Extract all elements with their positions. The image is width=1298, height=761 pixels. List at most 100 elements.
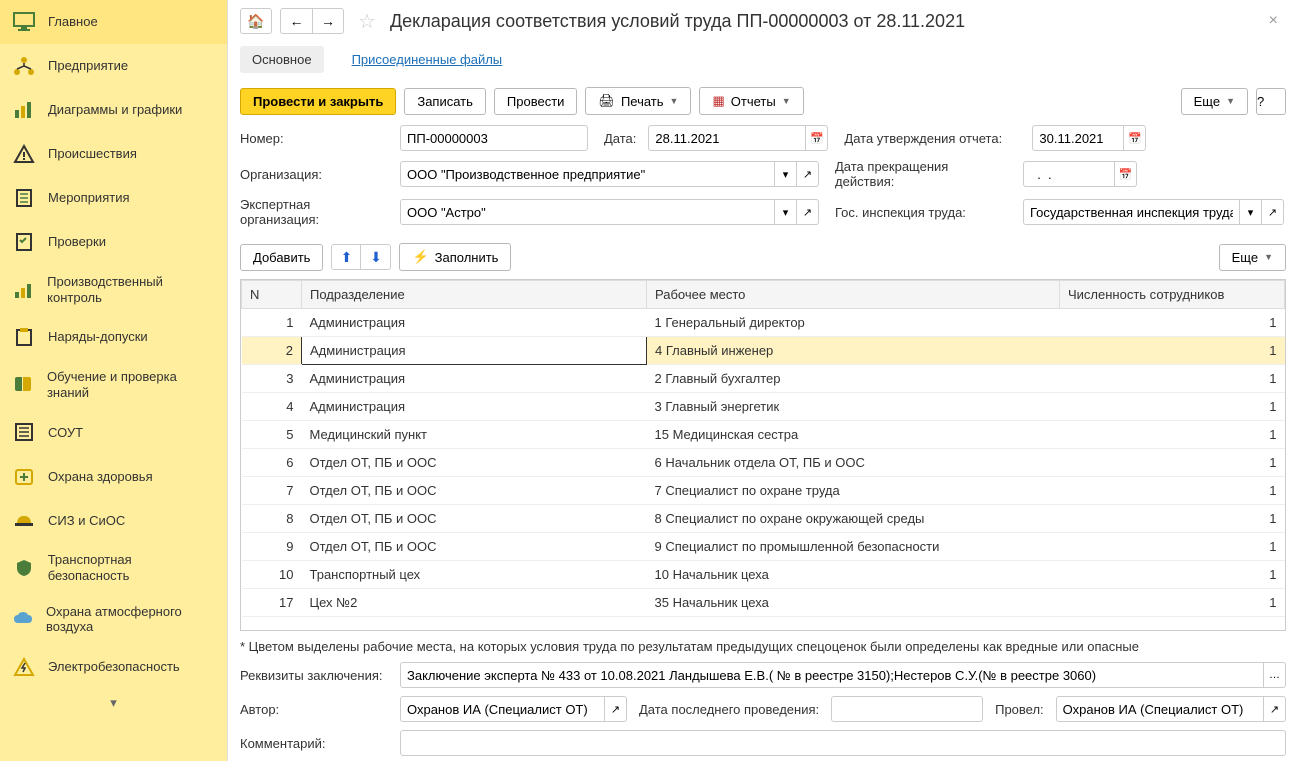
table-row[interactable]: 10 Транспортный цех 10 Начальник цеха 1 [242, 561, 1285, 589]
back-button[interactable]: ← [280, 8, 312, 34]
dropdown-button[interactable]: ▾ [1240, 199, 1262, 225]
date-input[interactable] [648, 125, 806, 151]
sidebar-label: Мероприятия [48, 190, 130, 206]
org-input[interactable] [400, 161, 775, 187]
ellipsis-button[interactable]: … [1264, 662, 1286, 688]
cell-dept: Администрация [302, 309, 647, 337]
calendar-button[interactable]: 📅 [1115, 161, 1137, 187]
expert-input[interactable] [400, 199, 775, 225]
table-row[interactable]: 6 Отдел ОТ, ПБ и ООС 6 Начальник отдела … [242, 449, 1285, 477]
fill-button[interactable]: ⚡Заполнить [399, 243, 511, 271]
forward-button[interactable]: → [312, 8, 344, 34]
table-row[interactable]: 1 Администрация 1 Генеральный директор 1 [242, 309, 1285, 337]
cell-n: 3 [242, 365, 302, 393]
table-row[interactable]: 5 Медицинский пункт 15 Медицинская сестр… [242, 421, 1285, 449]
lastdate-input[interactable] [831, 696, 983, 722]
sidebar-item-permits[interactable]: Наряды-допуски [0, 315, 227, 359]
table-row[interactable]: 3 Администрация 2 Главный бухгалтер 1 [242, 365, 1285, 393]
tabs: Основное Присоединенные файлы [228, 42, 1298, 77]
approve-label: Дата утверждения отчета: [844, 131, 1020, 146]
cell-place: 1 Генеральный директор [647, 309, 1060, 337]
factory-icon [12, 278, 35, 302]
sidebar-label: Производственный контроль [47, 274, 215, 305]
table-row[interactable]: 17 Цех №2 35 Начальник цеха 1 [242, 589, 1285, 617]
table-row[interactable]: 7 Отдел ОТ, ПБ и ООС 7 Специалист по охр… [242, 477, 1285, 505]
cell-count: 1 [1060, 561, 1285, 589]
cell-count: 1 [1060, 337, 1285, 365]
cell-place: 15 Медицинская сестра [647, 421, 1060, 449]
col-place[interactable]: Рабочее место [647, 281, 1060, 309]
sidebar-item-transport[interactable]: Транспортная безопасность [0, 542, 227, 593]
move-up-button[interactable]: ⬆ [331, 244, 361, 270]
conducted-input[interactable] [1056, 696, 1264, 722]
help-button[interactable]: ? [1256, 88, 1286, 115]
calendar-button[interactable]: 📅 [1124, 125, 1146, 151]
table-row[interactable]: 4 Администрация 3 Главный энергетик 1 [242, 393, 1285, 421]
arrow-down-icon: ⬇ [370, 249, 382, 266]
sidebar-expand[interactable]: ▾ [0, 689, 227, 717]
sidebar-item-air[interactable]: Охрана атмосферного воздуха [0, 594, 227, 645]
cloud-icon [12, 607, 34, 631]
cell-dept: Администрация [302, 365, 647, 393]
sidebar-item-electro[interactable]: Электробезопасность [0, 645, 227, 689]
star-icon[interactable]: ☆ [358, 9, 376, 34]
home-button[interactable]: 🏠 [240, 8, 272, 34]
close-button[interactable]: × [1261, 8, 1286, 34]
sidebar-item-prodcontrol[interactable]: Производственный контроль [0, 264, 227, 315]
dropdown-button[interactable]: ▾ [775, 161, 797, 187]
col-dept[interactable]: Подразделение [302, 281, 647, 309]
table-more-button[interactable]: Еще▼ [1219, 244, 1286, 271]
cell-dept: Отдел ОТ, ПБ и ООС [302, 449, 647, 477]
sidebar-item-health[interactable]: Охрана здоровья [0, 454, 227, 498]
cell-dept: Отдел ОТ, ПБ и ООС [302, 533, 647, 561]
sidebar-item-checks[interactable]: Проверки [0, 220, 227, 264]
col-count[interactable]: Численность сотрудников [1060, 281, 1285, 309]
lightning-icon: ⚡ [412, 249, 428, 265]
open-button[interactable]: ↗ [605, 696, 627, 722]
sidebar-item-sout[interactable]: СОУТ [0, 410, 227, 454]
move-down-button[interactable]: ⬇ [361, 244, 391, 270]
tab-main[interactable]: Основное [240, 46, 324, 73]
cell-n: 17 [242, 589, 302, 617]
sidebar-item-charts[interactable]: Диаграммы и графики [0, 88, 227, 132]
table-row[interactable]: 8 Отдел ОТ, ПБ и ООС 8 Специалист по охр… [242, 505, 1285, 533]
req-input[interactable] [400, 662, 1264, 688]
tab-files[interactable]: Присоединенные файлы [340, 46, 515, 73]
cell-n: 2 [242, 337, 302, 365]
open-button[interactable]: ↗ [1262, 199, 1284, 225]
number-input[interactable] [400, 125, 588, 151]
sidebar-item-training[interactable]: Обучение и проверка знаний [0, 359, 227, 410]
col-n[interactable]: N [242, 281, 302, 309]
sidebar-item-incidents[interactable]: Происшествия [0, 132, 227, 176]
open-button[interactable]: ↗ [797, 199, 819, 225]
open-button[interactable]: ↗ [1264, 696, 1286, 722]
open-button[interactable]: ↗ [797, 161, 819, 187]
write-button[interactable]: Записать [404, 88, 486, 115]
post-close-button[interactable]: Провести и закрыть [240, 88, 396, 115]
cell-dept: Администрация [302, 337, 647, 365]
sidebar-label: Главное [48, 14, 98, 30]
shield-icon [12, 556, 36, 580]
sidebar-item-enterprise[interactable]: Предприятие [0, 44, 227, 88]
approve-input[interactable] [1032, 125, 1124, 151]
calendar-button[interactable]: 📅 [806, 125, 828, 151]
print-button[interactable]: 🖨Печать▼ [585, 87, 691, 115]
reports-button[interactable]: ▦Отчеты▼ [699, 87, 803, 115]
git-input[interactable] [1023, 199, 1240, 225]
sidebar-item-main[interactable]: Главное [0, 0, 227, 44]
dropdown-button[interactable]: ▾ [775, 199, 797, 225]
author-input[interactable] [400, 696, 605, 722]
post-button[interactable]: Провести [494, 88, 578, 115]
table-row[interactable]: 9 Отдел ОТ, ПБ и ООС 9 Специалист по про… [242, 533, 1285, 561]
cell-count: 1 [1060, 309, 1285, 337]
sidebar-item-siz[interactable]: СИЗ и СиОС [0, 498, 227, 542]
sidebar-item-events[interactable]: Мероприятия [0, 176, 227, 220]
add-button[interactable]: Добавить [240, 244, 323, 271]
org-label: Организация: [240, 167, 388, 182]
more-button[interactable]: Еще▼ [1181, 88, 1248, 115]
footnote: * Цветом выделены рабочие места, на кото… [228, 631, 1298, 662]
ellipsis-icon: … [1269, 669, 1280, 681]
comment-input[interactable] [400, 730, 1286, 756]
table-row[interactable]: 2 Администрация 4 Главный инженер 1 [242, 337, 1285, 365]
stop-input[interactable] [1023, 161, 1115, 187]
